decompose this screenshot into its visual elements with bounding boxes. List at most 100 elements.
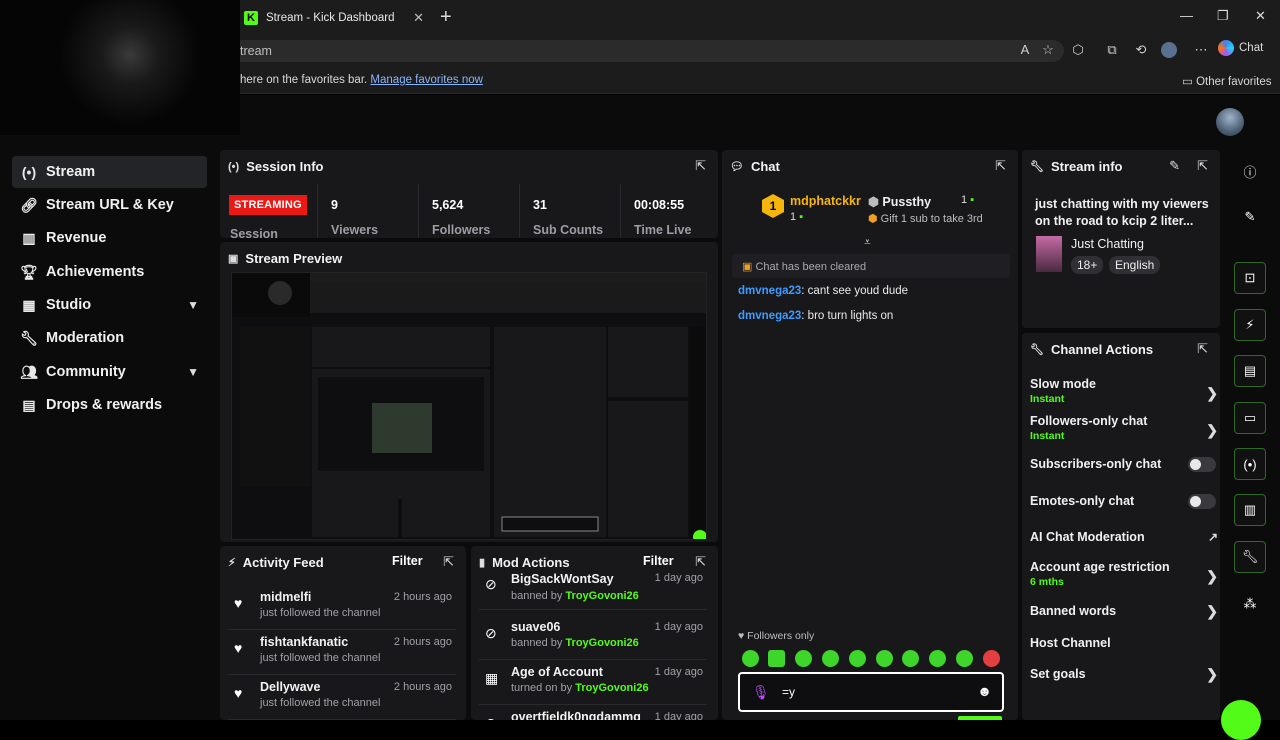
mod-action-target[interactable]: BigSackWontSay	[511, 572, 614, 586]
mod-action-target[interactable]: suave06	[511, 620, 560, 634]
popout-icon[interactable]: ⇱	[695, 554, 706, 570]
layout-icon[interactable]: ▥	[1234, 494, 1266, 526]
activity-filter-button[interactable]: Filter	[392, 554, 423, 568]
lightning-icon[interactable]: ⚡︎	[1234, 309, 1266, 341]
new-tab-icon[interactable]: +	[440, 6, 452, 29]
ban-icon: ⊘	[485, 715, 497, 720]
sidebar-item-achievements[interactable]: 🏆︎ Achievements	[12, 256, 207, 288]
sidebar-item-studio[interactable]: ▦ Studio ▼	[12, 289, 207, 321]
emote-icon[interactable]	[768, 650, 785, 667]
emote-icon[interactable]	[983, 650, 1000, 667]
wrench-icon[interactable]: 🔧︎	[1234, 541, 1266, 573]
emote-icon[interactable]	[742, 650, 759, 667]
emotes-only-toggle[interactable]	[1188, 494, 1216, 509]
heart-icon: ♥	[234, 595, 243, 611]
activity-username[interactable]: midmelfi	[260, 590, 311, 604]
chat-message: dmvnega23: cant see youd dude	[738, 285, 908, 297]
close-window-icon[interactable]: ✕	[1255, 8, 1266, 24]
emote-icon[interactable]	[929, 650, 946, 667]
time-live-value: 00:08:55	[634, 198, 685, 212]
manage-favorites-link[interactable]: Manage favorites now	[370, 74, 483, 86]
stream-preview-video[interactable]	[231, 272, 707, 540]
stream-info-title: Stream info	[1050, 159, 1123, 174]
send-button[interactable]	[958, 716, 1002, 720]
history-icon[interactable]: ⟲	[1133, 42, 1149, 58]
chat-bubble-icon[interactable]: ▭	[1234, 402, 1266, 434]
info-icon[interactable]: ⓘ	[1234, 155, 1266, 187]
emote-icon[interactable]	[956, 650, 973, 667]
host-channel-row[interactable]: Host Channel	[1030, 636, 1214, 650]
sidebar-item-drops-rewards[interactable]: ▤ Drops & rewards	[12, 389, 207, 421]
sidebar-item-moderation[interactable]: 🔧︎ Moderation	[12, 322, 207, 354]
ai-chat-moderation-row[interactable]: AI Chat Moderation ↗	[1030, 530, 1218, 544]
subscribers-only-toggle[interactable]	[1188, 457, 1216, 472]
copilot-chat-button[interactable]: Chat	[1218, 40, 1263, 56]
extensions-icon[interactable]: ⬡	[1070, 42, 1086, 58]
moderator-name[interactable]: TroyGovoni26	[565, 637, 638, 649]
collapse-icon[interactable]: ⩡	[864, 235, 871, 250]
popout-icon[interactable]: ⇱	[1197, 341, 1208, 357]
chat-username[interactable]: dmvnega23	[738, 310, 801, 322]
account-age-row[interactable]: Account age restriction 6 mths ❯	[1030, 560, 1218, 588]
leaderboard-count: 1 ▪	[961, 194, 974, 206]
leaderboard-name[interactable]: mdphatckkr	[790, 194, 861, 208]
moderator-name[interactable]: TroyGovoni26	[575, 682, 648, 694]
panel-title: ⚡︎ Activity Feed	[228, 555, 324, 570]
other-favorites[interactable]: ▭ Other favorites	[1182, 74, 1272, 88]
popout-icon[interactable]: ⇱	[443, 554, 454, 570]
activity-username[interactable]: fishtankfanatic	[260, 635, 348, 649]
activity-row: ♥ Dellywave just followed the channel 2 …	[228, 676, 456, 720]
microphone-icon[interactable]: 🎙︎	[752, 684, 770, 701]
notes-icon[interactable]: ▤	[1234, 355, 1266, 387]
chat-input[interactable]: 🎙︎ =y ☻	[738, 672, 1004, 712]
emote-icon[interactable]	[822, 650, 839, 667]
edit-icon[interactable]: ✎	[1234, 201, 1266, 233]
clip-icon[interactable]: ⊡	[1234, 262, 1266, 294]
followers-only-row[interactable]: Followers-only chat Instant ❯	[1030, 414, 1218, 442]
moderator-name[interactable]: TroyGovoni26	[565, 590, 638, 602]
set-goals-row[interactable]: Set goals ❯	[1030, 666, 1218, 682]
viewers-count: 9	[331, 198, 338, 212]
broadcast-icon[interactable]: (•)	[1234, 448, 1266, 480]
popout-icon[interactable]: ⇱	[995, 158, 1006, 174]
category-thumbnail[interactable]	[1036, 236, 1062, 272]
favorite-star-icon[interactable]: ☆	[1040, 42, 1056, 58]
leaderboard-second[interactable]: ⬢ Pussthy	[868, 194, 931, 209]
emoji-icon[interactable]: ☻	[977, 683, 992, 699]
popout-icon[interactable]: ⇱	[695, 158, 706, 174]
user-avatar[interactable]	[1216, 108, 1244, 136]
read-aloud-icon[interactable]: A	[1017, 42, 1033, 58]
help-button[interactable]	[1221, 700, 1261, 740]
edit-icon[interactable]: ✎	[1169, 158, 1180, 174]
popout-icon[interactable]: ⇱	[1197, 158, 1208, 174]
sidebar-item-community[interactable]: 👥︎ Community ▼	[12, 356, 207, 388]
emote-icon[interactable]	[876, 650, 893, 667]
minimize-icon[interactable]: —	[1180, 8, 1193, 23]
maximize-icon[interactable]: ❐	[1217, 8, 1229, 24]
emote-icon[interactable]	[849, 650, 866, 667]
community-icon[interactable]: ⁂	[1234, 588, 1266, 620]
category-name[interactable]: Just Chatting	[1071, 237, 1144, 251]
activity-username[interactable]: Dellywave	[260, 680, 320, 694]
mod-filter-button[interactable]: Filter	[643, 554, 674, 568]
sidebar-item-stream[interactable]: (•) Stream	[12, 156, 207, 188]
close-tab-icon[interactable]: ✕	[413, 10, 424, 26]
emote-icon[interactable]	[902, 650, 919, 667]
gift-icon: ▪	[970, 194, 975, 206]
browser-tab[interactable]: K Stream - Kick Dashboard ✕	[236, 4, 432, 32]
banned-words-row[interactable]: Banned words ❯	[1030, 603, 1218, 619]
more-icon[interactable]: ⋯	[1193, 42, 1209, 58]
leaderboard-hint-text: Gift 1 sub to take 3rd	[880, 213, 983, 225]
mod-action-target[interactable]: overtfieldk0ngdammg	[511, 710, 641, 720]
collections-icon[interactable]: ⧉	[1104, 42, 1120, 58]
chevron-right-icon: ❯	[1206, 422, 1218, 438]
emote-icon[interactable]	[795, 650, 812, 667]
url-field[interactable]: tream	[228, 40, 1064, 62]
sidebar-item-revenue[interactable]: ▥ Revenue	[12, 222, 207, 254]
kick-logo-icon: K	[244, 11, 258, 25]
chat-username[interactable]: dmvnega23	[738, 285, 801, 297]
sidebar-item-stream-url-key[interactable]: 🔗︎ Stream URL & Key	[12, 189, 207, 221]
mod-action-target[interactable]: Age of Account	[511, 665, 603, 679]
slow-mode-row[interactable]: Slow mode Instant ❯	[1030, 377, 1218, 405]
profile-avatar[interactable]	[1161, 42, 1177, 58]
